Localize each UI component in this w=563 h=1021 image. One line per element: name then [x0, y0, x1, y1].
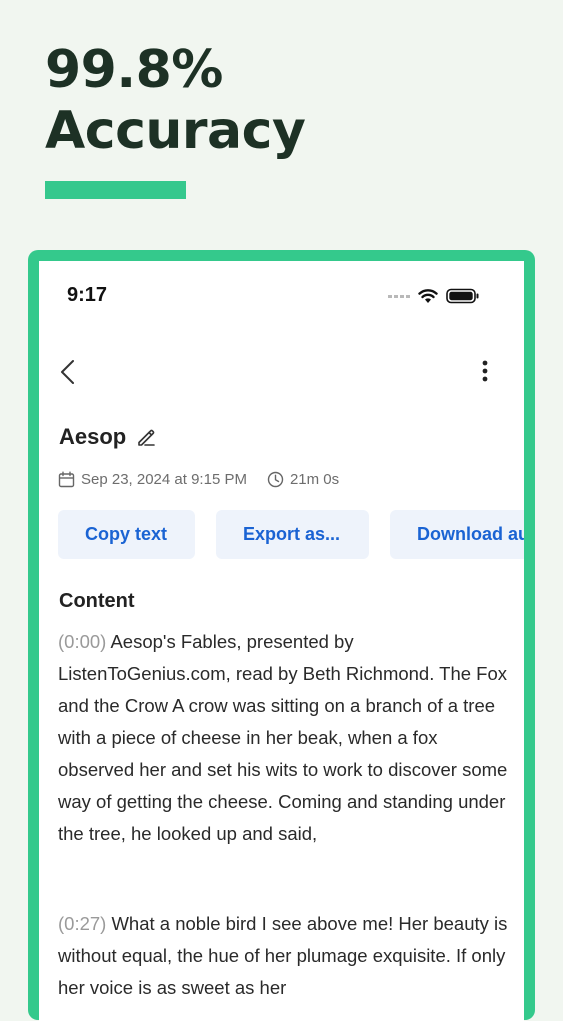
document-date: Sep 23, 2024 at 9:15 PM [81, 471, 247, 488]
transcript-paragraph: (0:00) Aesop's Fables, presented by List… [58, 626, 518, 850]
more-vertical-icon [482, 360, 488, 382]
title-row: Aesop [59, 424, 156, 450]
metadata-row: Sep 23, 2024 at 9:15 PM 21m 0s [58, 471, 339, 488]
content-heading: Content [59, 590, 135, 612]
back-button[interactable] [58, 358, 80, 386]
more-options-button[interactable] [475, 358, 495, 386]
edit-pencil-icon[interactable] [136, 427, 156, 447]
timestamp[interactable]: (0:27) [58, 913, 106, 934]
status-icons [388, 287, 480, 305]
paragraph-text: What a noble bird I see above me! Her be… [58, 913, 508, 998]
status-time: 9:17 [67, 284, 108, 306]
document-title: Aesop [59, 424, 127, 449]
copy-text-button[interactable]: Copy text [58, 510, 195, 559]
date-item: Sep 23, 2024 at 9:15 PM [58, 471, 247, 488]
calendar-icon [58, 471, 75, 488]
export-as-button[interactable]: Export as... [216, 510, 369, 559]
clock-icon [267, 471, 284, 488]
paragraph-text: Aesop's Fables, presented by ListenToGen… [58, 631, 508, 844]
download-audio-button[interactable]: Download au [390, 510, 524, 559]
chevron-left-icon [61, 360, 74, 384]
wifi-icon [418, 289, 438, 303]
battery-icon [446, 288, 479, 304]
accent-underline [45, 181, 186, 199]
headline-accuracy: Accuracy [45, 101, 306, 161]
signal-dots-icon [388, 294, 410, 298]
headline: 99.8% Accuracy [45, 40, 306, 162]
document-duration: 21m 0s [289, 471, 340, 488]
duration-item: 21m 0s [267, 471, 339, 488]
timestamp[interactable]: (0:00) [58, 631, 106, 652]
transcript-paragraph: (0:27) What a noble bird I see above me!… [58, 908, 518, 1004]
headline-percentage: 99.8% [45, 40, 223, 100]
